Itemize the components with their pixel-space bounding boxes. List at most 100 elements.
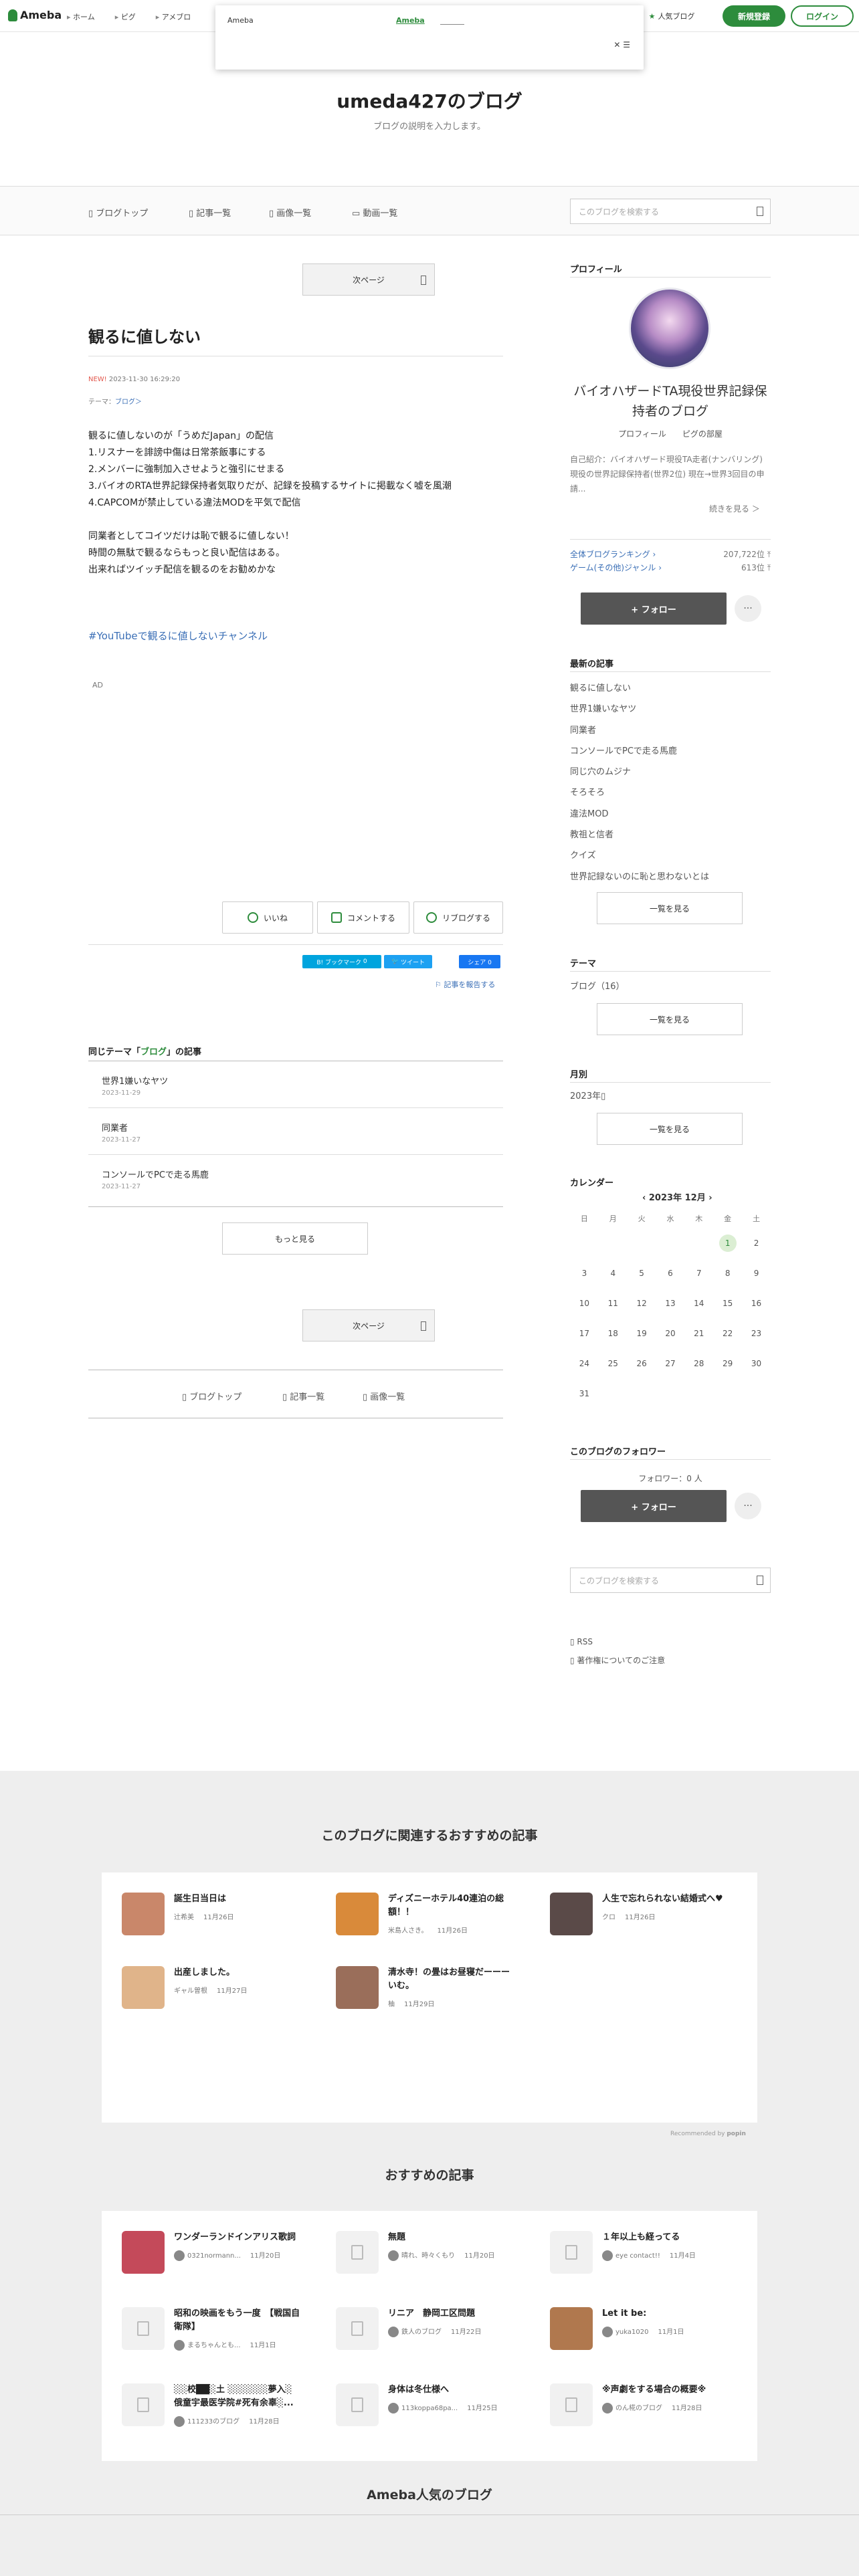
recommend-item[interactable]: ░░校██░土 ░░░░░░夢入░ 俄童宇最医学院#死有余辜░... 111233…: [122, 2383, 301, 2427]
nav-entry-list[interactable]: ▯ 記事一覧: [189, 206, 231, 219]
follow-button[interactable]: + フォロー: [581, 1490, 727, 1522]
popup-link[interactable]: Ameba: [396, 16, 425, 25]
recommend-title[interactable]: リニア 静岡工区問題: [388, 2307, 515, 2321]
calendar-day[interactable]: 18: [599, 1318, 628, 1348]
copyright-link[interactable]: ▯ 著作権についてのご注意: [570, 1654, 665, 1666]
recent-item[interactable]: 教祖と信者: [570, 825, 709, 845]
recommend-item[interactable]: 身体は冬仕様へ 113koppa68pa... 11月25日: [336, 2383, 515, 2426]
next-page-button[interactable]: 次ページ: [302, 263, 435, 296]
recent-item[interactable]: 世界1嫌いなヤツ: [570, 699, 709, 720]
recommend-title[interactable]: Let it be:: [602, 2307, 729, 2321]
calendar-day[interactable]: 5: [628, 1258, 656, 1288]
recommend-title[interactable]: 無題: [388, 2231, 515, 2244]
theme-link[interactable]: ブログ: [115, 399, 135, 406]
recommend-item[interactable]: ワンダーランドインアリス歌詞 0321normann... 11月20日: [122, 2231, 301, 2274]
recommend-title[interactable]: 出産しました。: [174, 1966, 301, 1979]
thumbnail[interactable]: [122, 2231, 165, 2274]
list-item[interactable]: コンソールでPCで走る馬鹿 2023-11-27: [102, 1168, 209, 1190]
tweet-button[interactable]: 🐦 ツイート: [384, 955, 432, 968]
search-icon[interactable]: [757, 1576, 763, 1585]
calendar-day[interactable]: 14: [684, 1288, 713, 1318]
recommend-title[interactable]: 清水寺！の畳はお昼寝だーーーいむ。: [388, 1966, 515, 1993]
recommend-title[interactable]: 誕生日当日は: [174, 1893, 301, 1906]
recent-item[interactable]: コンソールでPCで走る馬鹿: [570, 741, 709, 762]
more-button[interactable]: もっと見る: [222, 1222, 368, 1255]
recent-item[interactable]: 世界記録ないのに恥と思わないとは: [570, 867, 709, 887]
facebook-share-button[interactable]: シェア 0: [459, 955, 500, 968]
recommend-item[interactable]: リニア 静岡工区問題 鉄人のブログ 11月22日: [336, 2307, 515, 2350]
nav-ameblo[interactable]: アメブロ: [156, 11, 191, 22]
calendar-day[interactable]: 1: [713, 1228, 742, 1258]
calendar-day[interactable]: 29: [713, 1348, 742, 1378]
login-button[interactable]: ログイン: [791, 5, 854, 27]
recommend-item[interactable]: 出産しました。 ギャル曽根 11月27日: [122, 1966, 301, 2009]
nav-blog-top[interactable]: ▯ ブログトップ: [88, 206, 148, 219]
calendar-day[interactable]: 31: [570, 1378, 599, 1408]
rss-link[interactable]: ▯ RSS: [570, 1637, 593, 1646]
calendar-day[interactable]: 19: [628, 1318, 656, 1348]
recent-item[interactable]: 違法MOD: [570, 804, 709, 825]
signup-button[interactable]: 新規登録: [723, 5, 785, 27]
calendar-day[interactable]: 26: [628, 1348, 656, 1378]
calendar-day[interactable]: 3: [570, 1258, 599, 1288]
calendar-day[interactable]: 11: [599, 1288, 628, 1318]
article-title[interactable]: 観るに値しない: [88, 324, 201, 347]
blog-search-input[interactable]: このブログを検索する: [570, 199, 771, 224]
calendar-day[interactable]: 24: [570, 1348, 599, 1378]
recent-item[interactable]: 同じ穴のムジナ: [570, 762, 709, 782]
calendar-day[interactable]: 22: [713, 1318, 742, 1348]
calendar-day[interactable]: 30: [742, 1348, 771, 1378]
recommend-item[interactable]: Let it be: yuka1020 11月1日: [550, 2307, 729, 2350]
calendar-day[interactable]: 12: [628, 1288, 656, 1318]
calendar-day[interactable]: 2: [742, 1228, 771, 1258]
follow-button[interactable]: + フォロー: [581, 593, 727, 625]
profile-link[interactable]: プロフィール: [618, 429, 666, 439]
sidebar-search-input[interactable]: このブログを検索する: [570, 1568, 771, 1593]
calendar-day[interactable]: 27: [656, 1348, 685, 1378]
calendar-day[interactable]: 15: [713, 1288, 742, 1318]
calendar-day[interactable]: 9: [742, 1258, 771, 1288]
ameba-logo[interactable]: Ameba: [8, 9, 62, 21]
list-item[interactable]: 世界1嫌いなヤツ 2023-11-29: [102, 1074, 168, 1097]
recommend-item[interactable]: 無題 晴れ、時々くもり 11月20日: [336, 2231, 515, 2274]
recent-item[interactable]: クイズ: [570, 845, 709, 866]
reblog-button[interactable]: リブログする: [413, 901, 503, 934]
recent-list-all-button[interactable]: 一覧を見る: [597, 892, 743, 924]
recommend-item[interactable]: 誕生日当日は 辻希美 11月26日: [122, 1893, 301, 1935]
calendar-day[interactable]: 17: [570, 1318, 599, 1348]
recent-item[interactable]: 同業者: [570, 720, 709, 741]
recommend-title[interactable]: ░░校██░土 ░░░░░░夢入░ 俄童宇最医学院#死有余辜░...: [174, 2383, 301, 2410]
read-more-link[interactable]: 続きを見る ＞: [709, 503, 760, 514]
calendar-day[interactable]: 20: [656, 1318, 685, 1348]
nav-home[interactable]: ホーム: [67, 11, 95, 22]
nav-video-list[interactable]: ▭ 動画一覧: [352, 206, 397, 219]
footer-nav-blog-top[interactable]: ▯ ブログトップ: [182, 1390, 242, 1402]
recommend-title[interactable]: ディズニーホテル40連泊の総額！！: [388, 1893, 515, 1919]
calendar-day[interactable]: 13: [656, 1288, 685, 1318]
recent-item[interactable]: 観るに値しない: [570, 678, 709, 699]
recommend-title[interactable]: 身体は冬仕様へ: [388, 2383, 515, 2397]
blog-title[interactable]: umeda427のブログ: [0, 87, 859, 114]
calendar-day[interactable]: 8: [713, 1258, 742, 1288]
search-icon[interactable]: [757, 207, 763, 216]
popin-logo[interactable]: popin: [727, 2131, 746, 2137]
report-link[interactable]: ⚐ 記事を報告する: [435, 979, 495, 990]
monthly-list-all-button[interactable]: 一覧を見る: [597, 1113, 743, 1145]
calendar-day[interactable]: 23: [742, 1318, 771, 1348]
recommend-item[interactable]: 人生で忘れられない結婚式へ♥ クロ 11月26日: [550, 1893, 729, 1935]
recommend-title[interactable]: １年以上も経ってる: [602, 2231, 729, 2244]
nav-pigg[interactable]: ピグ: [115, 11, 136, 22]
recommend-item[interactable]: 清水寺！の畳はお昼寝だーーーいむ。柚 11月29日: [336, 1966, 515, 2009]
theme-item[interactable]: ブログ（16）: [570, 979, 625, 992]
recommend-title[interactable]: ※声劇をする場合の概要※: [602, 2383, 729, 2397]
thumbnail[interactable]: [122, 1893, 165, 1935]
calendar-day[interactable]: 6: [656, 1258, 685, 1288]
footer-nav-image-list[interactable]: ▯ 画像一覧: [363, 1390, 405, 1402]
calendar-day[interactable]: 7: [684, 1258, 713, 1288]
recommend-item[interactable]: ディズニーホテル40連泊の総額！！ 米島人さき。 11月26日: [336, 1893, 515, 1935]
chevron-right-icon[interactable]: ›: [706, 1193, 712, 1203]
thumbnail[interactable]: [122, 1966, 165, 2009]
recommend-item[interactable]: ※声劇をする場合の概要※ のん椛のブログ 11月28日: [550, 2383, 729, 2426]
thumbnail[interactable]: [550, 1893, 593, 1935]
chevron-left-icon[interactable]: ‹: [642, 1193, 649, 1203]
